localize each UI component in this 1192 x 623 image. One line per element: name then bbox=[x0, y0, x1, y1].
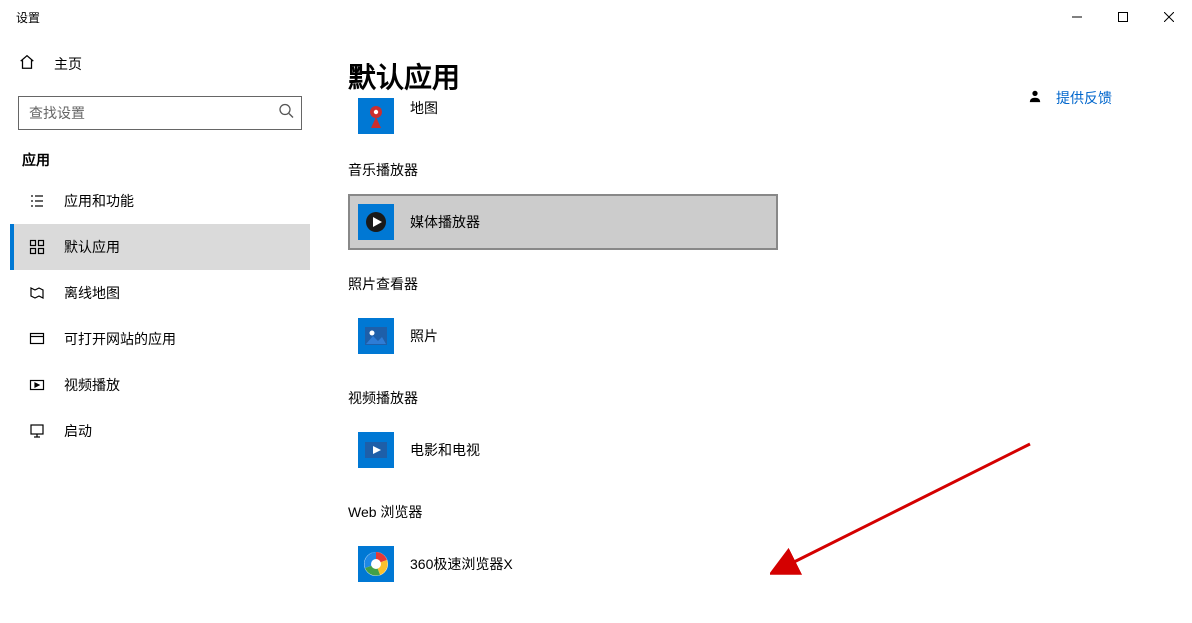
list-icon bbox=[28, 193, 46, 209]
website-app-icon bbox=[28, 331, 46, 347]
nav-apps-for-websites[interactable]: 可打开网站的应用 bbox=[10, 316, 310, 362]
photos-app-icon bbox=[358, 318, 394, 354]
category-video: 视频播放器 电影和电视 bbox=[348, 388, 1192, 478]
feedback-link[interactable]: 提供反馈 bbox=[1056, 88, 1112, 108]
nav-apps-features[interactable]: 应用和功能 bbox=[10, 178, 310, 224]
app-name: 媒体播放器 bbox=[410, 212, 480, 232]
app-tile-maps[interactable]: 地图 bbox=[348, 96, 778, 136]
maximize-button[interactable] bbox=[1100, 1, 1146, 33]
app-name: 电影和电视 bbox=[410, 440, 480, 460]
nav-video-playback[interactable]: 视频播放 bbox=[10, 362, 310, 408]
media-player-icon bbox=[358, 204, 394, 240]
app-tile-music[interactable]: 媒体播放器 bbox=[348, 194, 778, 250]
app-name: 地图 bbox=[410, 98, 438, 118]
window-title: 设置 bbox=[16, 9, 40, 26]
close-button[interactable] bbox=[1146, 1, 1192, 33]
window-controls bbox=[1054, 1, 1192, 33]
nav-startup[interactable]: 启动 bbox=[10, 408, 310, 454]
sidebar: 主页 应用 应用和功能 bbox=[0, 34, 310, 623]
feedback-row: 提供反馈 bbox=[1028, 88, 1112, 108]
nav-offline-maps[interactable]: 离线地图 bbox=[10, 270, 310, 316]
search-input[interactable] bbox=[18, 96, 302, 130]
category-label: Web 浏览器 bbox=[348, 502, 1192, 522]
startup-icon bbox=[28, 423, 46, 439]
browser-360x-icon bbox=[358, 546, 394, 582]
home-link[interactable]: 主页 bbox=[10, 44, 310, 84]
nav-label: 默认应用 bbox=[64, 237, 120, 257]
nav-label: 应用和功能 bbox=[64, 191, 134, 211]
home-icon bbox=[18, 53, 36, 76]
app-tile-video[interactable]: 电影和电视 bbox=[348, 422, 778, 478]
app-name: 照片 bbox=[410, 326, 438, 346]
app-tile-web[interactable]: 360极速浏览器X bbox=[348, 536, 778, 592]
default-app-icon bbox=[28, 239, 46, 255]
nav-label: 离线地图 bbox=[64, 283, 120, 303]
category-label: 照片查看器 bbox=[348, 274, 1192, 294]
minimize-button[interactable] bbox=[1054, 1, 1100, 33]
maps-app-icon bbox=[358, 98, 394, 134]
sidebar-section: 应用 bbox=[22, 150, 310, 170]
category-photo: 照片查看器 照片 bbox=[348, 274, 1192, 364]
person-icon bbox=[1028, 89, 1042, 108]
nav-label: 视频播放 bbox=[64, 375, 120, 395]
nav-default-apps[interactable]: 默认应用 bbox=[10, 224, 310, 270]
category-web: Web 浏览器 360极速浏览器X bbox=[348, 502, 1192, 592]
home-label: 主页 bbox=[54, 54, 82, 74]
category-music: 音乐播放器 媒体播放器 bbox=[348, 160, 1192, 250]
map-icon bbox=[28, 285, 46, 301]
search-wrap bbox=[18, 96, 302, 130]
nav-label: 可打开网站的应用 bbox=[64, 329, 176, 349]
video-playback-icon bbox=[28, 377, 46, 393]
app-name: 360极速浏览器X bbox=[410, 554, 513, 574]
main-content: 默认应用 提供反馈 地图 音乐播放器 bbox=[310, 34, 1192, 623]
nav-label: 启动 bbox=[64, 421, 92, 441]
category-label: 音乐播放器 bbox=[348, 160, 1192, 180]
category-label: 视频播放器 bbox=[348, 388, 1192, 408]
titlebar: 设置 bbox=[0, 0, 1192, 34]
movies-tv-icon bbox=[358, 432, 394, 468]
app-tile-photo[interactable]: 照片 bbox=[348, 308, 778, 364]
